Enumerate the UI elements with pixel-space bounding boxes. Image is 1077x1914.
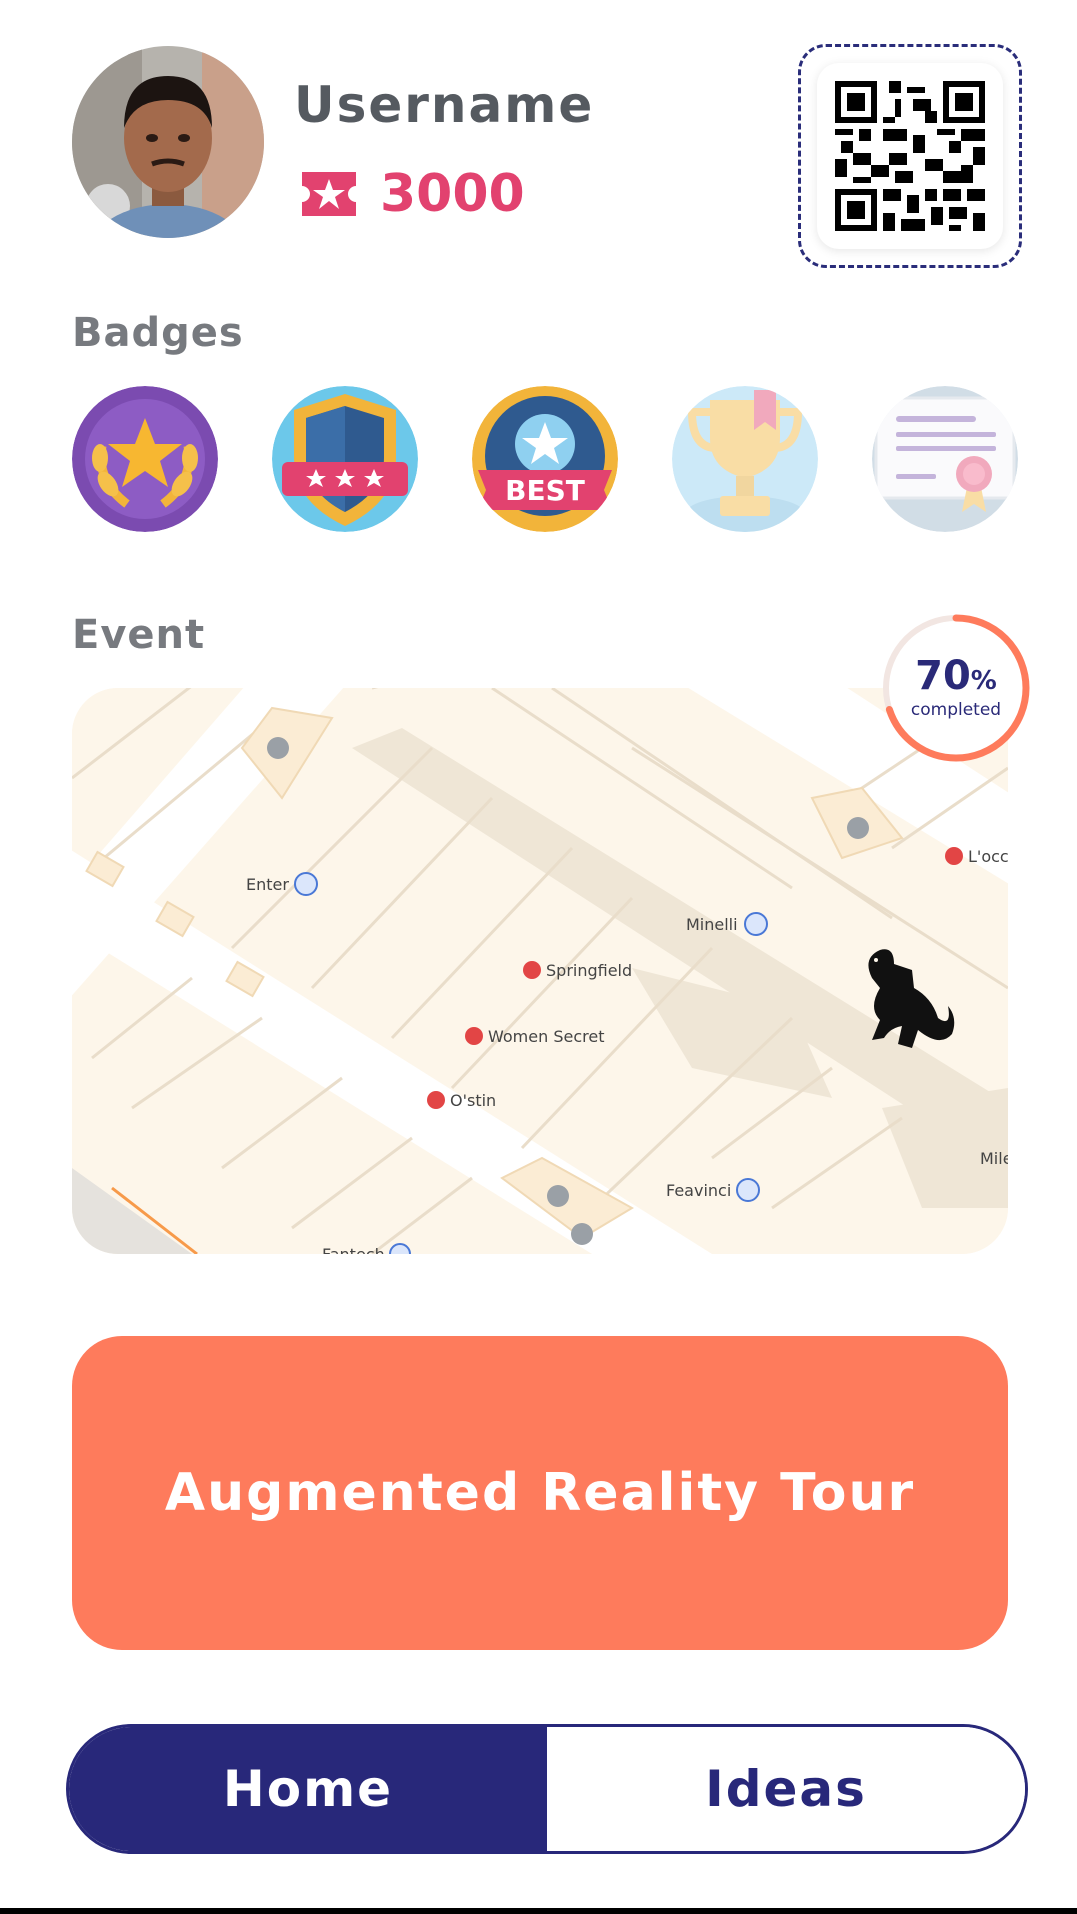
map-label-springfield: Springfield bbox=[546, 961, 632, 980]
best-star-badge-icon: BEST bbox=[472, 386, 618, 532]
best-badge-label: BEST bbox=[505, 474, 585, 507]
trophy-badge[interactable] bbox=[672, 386, 818, 532]
qr-card bbox=[817, 63, 1003, 249]
avatar[interactable] bbox=[72, 46, 264, 238]
ticket-star-icon bbox=[302, 172, 356, 216]
event-map[interactable]: Enter Minelli Springfield Women Secret O… bbox=[72, 688, 1008, 1254]
progress-value: 70% bbox=[915, 653, 997, 699]
shield-stars-badge[interactable] bbox=[272, 386, 418, 532]
augmented-reality-tour-button[interactable]: Augmented Reality Tour bbox=[72, 1336, 1008, 1650]
badges-title: Badges bbox=[72, 310, 244, 356]
map-label-women-secret: Women Secret bbox=[488, 1027, 604, 1046]
user-photo-icon bbox=[72, 46, 264, 238]
map-label-mile: Mile bbox=[980, 1149, 1008, 1168]
map-label-enter: Enter bbox=[246, 875, 289, 894]
bottom-nav: Home Ideas bbox=[66, 1724, 1028, 1854]
event-title: Event bbox=[72, 612, 206, 658]
username: Username bbox=[294, 76, 595, 134]
map-label-ostin: O'stin bbox=[450, 1091, 496, 1110]
map-label-feavinci: Feavinci bbox=[666, 1181, 731, 1200]
system-bottom-bar bbox=[0, 1908, 1077, 1914]
progress-label: completed bbox=[910, 700, 1002, 720]
qr-code-icon bbox=[835, 81, 985, 231]
map-label-locc: L'occ bbox=[968, 847, 1008, 866]
certificate-badge-icon bbox=[872, 386, 1018, 532]
points-value: 3000 bbox=[380, 164, 525, 224]
points-display: 3000 bbox=[298, 164, 525, 224]
qr-code-button[interactable] bbox=[798, 44, 1022, 268]
best-star-badge[interactable]: BEST bbox=[472, 386, 618, 532]
indoor-map: Enter Minelli Springfield Women Secret O… bbox=[72, 688, 1008, 1254]
trophy-badge-icon bbox=[672, 386, 818, 532]
event-progress: 70% completed bbox=[880, 612, 1032, 764]
progress-text: 70% completed bbox=[880, 612, 1032, 764]
map-label-minelli: Minelli bbox=[686, 915, 738, 934]
nav-home[interactable]: Home bbox=[69, 1727, 547, 1851]
shield-stars-badge-icon bbox=[272, 386, 418, 532]
certificate-badge[interactable] bbox=[872, 386, 1018, 532]
badges-list: BEST bbox=[72, 386, 1018, 532]
map-label-fantech: Fantech bbox=[322, 1245, 385, 1254]
laurel-star-badge[interactable] bbox=[72, 386, 218, 532]
laurel-star-badge-icon bbox=[72, 386, 218, 532]
nav-ideas[interactable]: Ideas bbox=[547, 1727, 1025, 1851]
